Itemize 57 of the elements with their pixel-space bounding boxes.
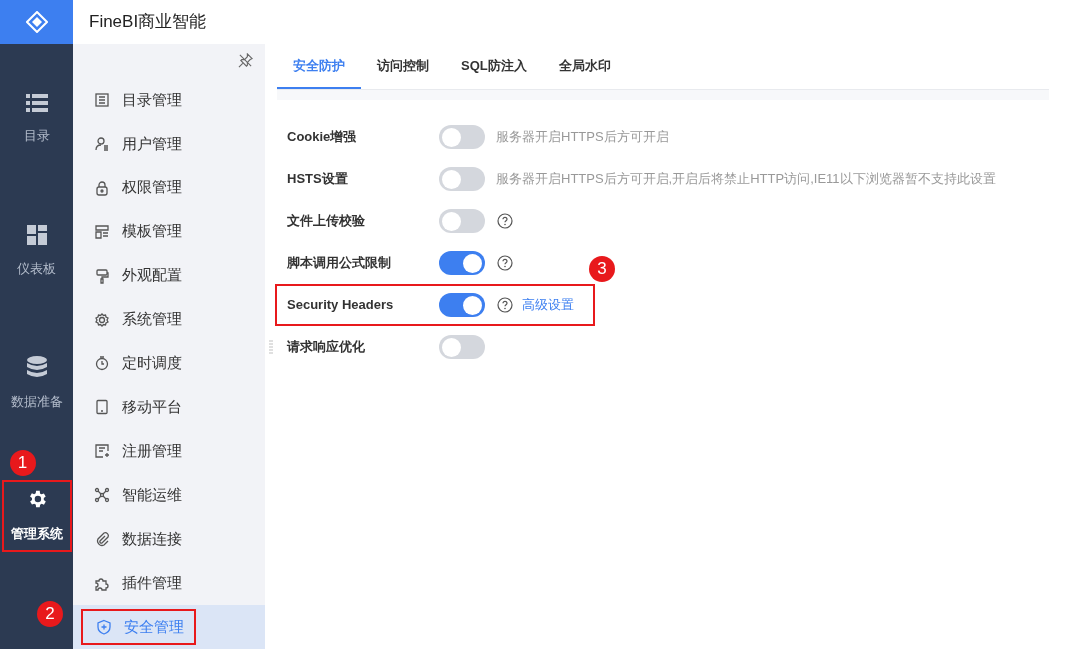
logo-tile[interactable] — [0, 0, 73, 44]
form-icon — [94, 443, 110, 460]
app-title: FineBI商业智能 — [89, 11, 207, 34]
document-icon — [94, 91, 110, 108]
sidebar-item[interactable]: 定时调度 — [73, 341, 265, 386]
lock-icon — [94, 179, 110, 196]
gear-icon — [94, 311, 110, 328]
help-icon[interactable] — [497, 297, 513, 313]
stopwatch-icon — [94, 355, 110, 372]
toggle-switch[interactable] — [439, 251, 485, 275]
sidebar-item[interactable]: 权限管理 — [73, 165, 265, 210]
sidebar-item[interactable]: 智能运维 — [73, 473, 265, 518]
toggle-switch[interactable] — [439, 125, 485, 149]
advanced-settings-link[interactable]: 高级设置 — [522, 295, 574, 315]
number-badge: 3 — [589, 256, 615, 282]
help-icon[interactable] — [497, 213, 513, 229]
number-badge: 1 — [9, 450, 36, 476]
nav-rail-item[interactable]: 仪表板 — [1, 216, 72, 288]
logo-icon — [25, 11, 48, 33]
dashboard-icon — [26, 225, 47, 246]
toggle-switch[interactable] — [439, 167, 485, 191]
shield-icon — [96, 618, 112, 635]
database-icon — [26, 356, 47, 379]
sidebar-item[interactable]: 模板管理 — [73, 209, 265, 254]
network-icon — [94, 487, 110, 504]
layout-icon — [94, 223, 110, 240]
nav-rail-item[interactable]: 目录 — [1, 84, 72, 156]
setting-label: HSTS设置 — [286, 170, 349, 189]
tab[interactable]: 访问控制 — [361, 44, 445, 89]
setting-label: Cookie增强 — [286, 128, 358, 147]
toggle-switch[interactable] — [439, 335, 485, 359]
hint-text: 服务器开启HTTPS后方可开启,开启后将禁止HTTP访问,IE11以下浏览器暂不支持此设置 — [496, 170, 996, 189]
toggle-switch[interactable] — [439, 209, 485, 233]
sidebar-item[interactable]: 目录管理 — [73, 77, 265, 122]
hint-text: 服务器开启HTTPS后方可开启 — [496, 128, 669, 147]
list-icon — [25, 94, 48, 113]
sidebar-item[interactable]: 系统管理 — [73, 297, 265, 342]
sidebar-item[interactable]: 数据连接 — [73, 517, 265, 562]
puzzle-icon — [94, 575, 110, 592]
setting-label: 文件上传校验 — [286, 212, 366, 231]
paperclip-icon — [94, 531, 110, 548]
tablet-icon — [94, 399, 110, 416]
pin-icon[interactable] — [238, 53, 253, 69]
paint-roller-icon — [94, 267, 110, 284]
user-icon — [94, 135, 110, 152]
tab[interactable]: 全局水印 — [542, 44, 627, 89]
toggle-switch[interactable] — [439, 293, 485, 317]
setting-label: 请求响应优化 — [285, 338, 366, 357]
sidebar-item[interactable]: 外观配置 — [73, 253, 265, 298]
sidebar-item[interactable]: 移动平台 — [73, 385, 265, 430]
setting-label: Security Headers — [286, 296, 395, 315]
nav-rail-item[interactable]: 数据准备 — [1, 348, 72, 420]
sidebar-item[interactable]: 注册管理 — [73, 429, 265, 474]
sidebar-item[interactable]: 用户管理 — [73, 121, 265, 166]
tab[interactable]: SQL防注入 — [445, 44, 543, 89]
help-icon[interactable] — [497, 255, 513, 271]
setting-label: 脚本调用公式限制 — [286, 254, 392, 273]
